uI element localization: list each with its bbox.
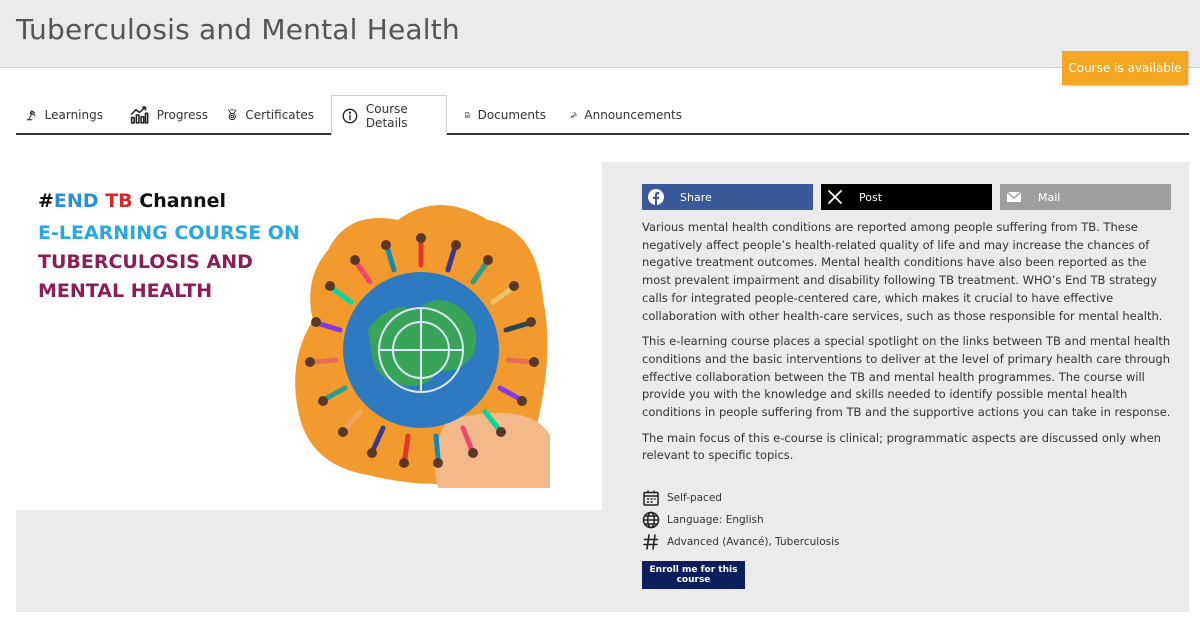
enroll-button[interactable]: Enroll me for this course	[642, 561, 745, 589]
description-paragraph: This e-learning course places a special …	[642, 334, 1171, 420]
tab-learnings[interactable]: Learnings	[16, 95, 112, 135]
tab-course-details[interactable]: Course Details	[331, 95, 447, 135]
course-banner-image: #END TB Channel E-LEARNING COURSE ON TUB…	[16, 162, 602, 510]
mail-icon	[1006, 191, 1022, 202]
tab-label: Documents	[477, 108, 546, 122]
banner-topic-1: TUBERCULOSIS AND	[38, 251, 253, 273]
tab-label: Course Details	[365, 101, 408, 130]
banner-text: #END TB Channel E-LEARNING COURSE ON TUB…	[38, 189, 300, 306]
meta-tags: Advanced (Avancé), Tuberculosis	[642, 531, 840, 553]
banner-subtitle: E-LEARNING COURSE ON	[38, 222, 300, 244]
facebook-share-button[interactable]: Share	[642, 184, 813, 210]
meta-language: Language: English	[642, 509, 840, 531]
x-icon	[828, 190, 842, 204]
calendar-icon	[643, 490, 659, 506]
page-header: Tuberculosis and Mental Health	[0, 0, 1200, 68]
x-post-button[interactable]: Post	[821, 184, 992, 210]
course-tabs: Learnings Progress Certificates Course D…	[16, 95, 1189, 135]
banner-topic-2: MENTAL HEALTH	[38, 280, 213, 302]
mail-share-button[interactable]: Mail	[1000, 184, 1171, 210]
course-meta: Self-paced Language: English Advanced (A…	[642, 487, 840, 553]
course-details-panel: #END TB Channel E-LEARNING COURSE ON TUB…	[16, 162, 1189, 612]
hashtag-icon	[643, 534, 659, 550]
banner-headline: #END TB Channel	[38, 190, 227, 212]
broadcast-icon	[570, 111, 577, 119]
tab-announcements[interactable]: Announcements	[561, 95, 691, 135]
facebook-icon	[648, 189, 664, 205]
share-buttons: Share Post Mail	[642, 184, 1171, 210]
course-info: Share Post Mail Various mental health co…	[602, 162, 1189, 612]
info-icon	[342, 108, 358, 123]
globe-icon	[642, 511, 660, 529]
page-title: Tuberculosis and Mental Health	[16, 13, 460, 46]
description-paragraph: The main focus of this e-course is clini…	[642, 430, 1161, 463]
status-badge: Course is available	[1062, 51, 1188, 85]
lamp-icon	[26, 110, 36, 121]
tab-label: Learnings	[44, 108, 103, 122]
tab-label: Certificates	[245, 108, 314, 122]
tab-progress[interactable]: Progress	[120, 95, 217, 135]
tab-certificates[interactable]: Certificates	[217, 95, 323, 135]
tab-documents[interactable]: Documents	[455, 95, 555, 135]
course-description: Various mental health conditions are rep…	[642, 219, 1174, 473]
tab-label: Progress	[156, 108, 208, 122]
globe-people-illustration	[295, 205, 550, 488]
document-icon	[465, 112, 470, 118]
description-paragraph: Various mental health conditions are rep…	[642, 220, 1163, 323]
medal-icon	[228, 109, 237, 121]
tab-label: Announcements	[584, 108, 682, 122]
chart-icon	[130, 106, 149, 124]
meta-pace: Self-paced	[642, 487, 840, 509]
